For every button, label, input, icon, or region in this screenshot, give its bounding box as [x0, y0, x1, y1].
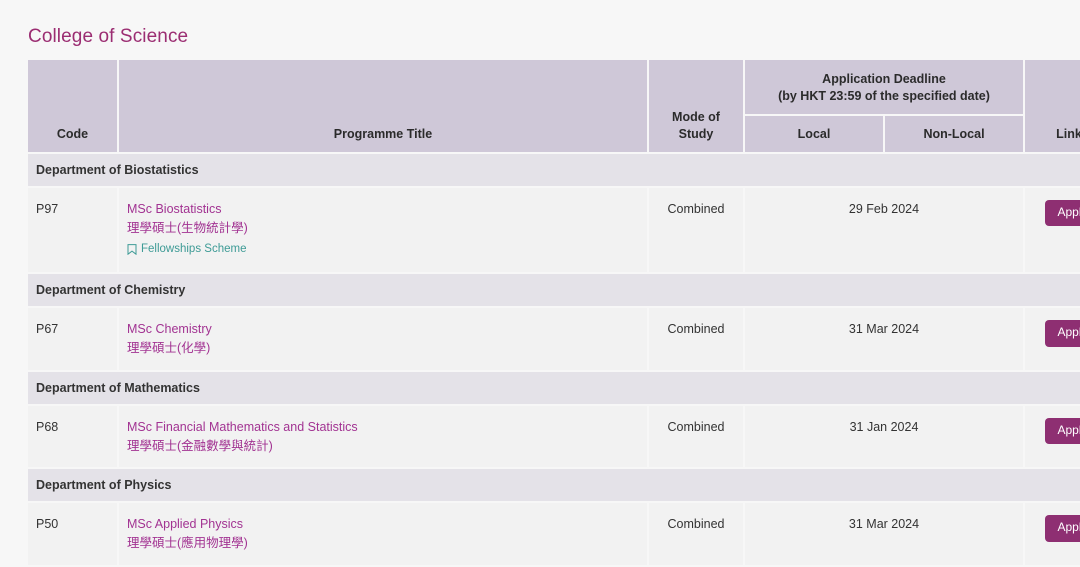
- programme-title-cell: MSc Applied Physics 理學碩士(應用物理學): [119, 503, 649, 567]
- mode-of-study-value: Combined: [649, 308, 745, 372]
- mode-of-study-line-1: Mode of: [672, 110, 720, 125]
- programme-link-zh[interactable]: 理學碩士(生物統計學): [127, 219, 639, 238]
- table-row: P97 MSc Biostatistics 理學碩士(生物統計學) Fellow…: [28, 188, 1080, 275]
- mode-of-study-value: Combined: [649, 503, 745, 567]
- apply-button[interactable]: Apply: [1045, 417, 1080, 445]
- table-row: P67 MSc Chemistry 理學碩士(化學) Combined 31 M…: [28, 308, 1080, 372]
- programme-link-zh[interactable]: 理學碩士(金融數學與統計): [127, 437, 639, 456]
- column-header-local: Local: [745, 116, 885, 154]
- programme-code: P50: [28, 503, 119, 567]
- programme-link-zh[interactable]: 理學碩士(應用物理學): [127, 534, 639, 553]
- apply-button[interactable]: Apply: [1045, 320, 1080, 347]
- department-header-row: Department of Physics: [28, 469, 1080, 504]
- programme-link-en[interactable]: MSc Applied Physics: [127, 515, 639, 534]
- programme-link-en[interactable]: MSc Biostatistics: [127, 200, 639, 219]
- department-name: Department of Physics: [28, 469, 1080, 504]
- department-header-row: Department of Mathematics: [28, 371, 1080, 406]
- table-header-row-1: Code Programme Title Mode of Study Appli…: [28, 60, 1080, 154]
- application-deadline-value: 29 Feb 2024: [745, 188, 1025, 275]
- application-deadline-value: 31 Mar 2024: [745, 308, 1025, 372]
- application-deadline-value: 31 Jan 2024: [745, 405, 1025, 470]
- column-header-programme-title: Programme Title: [119, 60, 649, 154]
- table-body: Department of Biostatistics P97 MSc Bios…: [28, 154, 1080, 567]
- programme-link-en[interactable]: MSc Chemistry: [127, 320, 639, 339]
- programme-title-cell: MSc Chemistry 理學碩士(化學): [119, 308, 649, 372]
- column-header-non-local: Non-Local: [885, 116, 1025, 154]
- department-name: Department of Mathematics: [28, 371, 1080, 406]
- department-name: Department of Biostatistics: [28, 154, 1080, 188]
- links-cell: Apply: [1025, 503, 1080, 567]
- apply-button[interactable]: Apply: [1045, 200, 1080, 227]
- department-name: Department of Chemistry: [28, 274, 1080, 309]
- deadline-title: Application Deadline: [822, 72, 946, 87]
- table-header: Code Programme Title Mode of Study Appli…: [28, 60, 1080, 154]
- programme-link-en[interactable]: MSc Financial Mathematics and Statistics: [127, 418, 639, 437]
- bookmark-icon: [127, 243, 137, 255]
- programme-code: P97: [28, 188, 119, 275]
- programme-table: Code Programme Title Mode of Study Appli…: [28, 60, 1080, 567]
- fellowships-scheme-label: Fellowships Scheme: [141, 242, 247, 255]
- links-cell: Apply: [1025, 405, 1080, 470]
- column-header-links: Links: [1025, 60, 1080, 154]
- programme-code: P68: [28, 405, 119, 470]
- links-cell: Apply: [1025, 308, 1080, 372]
- mode-of-study-value: Combined: [649, 405, 745, 470]
- links-cell: Apply: [1025, 188, 1080, 275]
- department-header-row: Department of Biostatistics: [28, 154, 1080, 188]
- column-header-code: Code: [28, 60, 119, 154]
- column-header-mode-of-study: Mode of Study: [649, 60, 745, 154]
- programme-code: P67: [28, 308, 119, 372]
- fellowships-scheme-link[interactable]: Fellowships Scheme: [127, 241, 246, 258]
- apply-button[interactable]: Apply: [1045, 515, 1080, 542]
- page-container: College of Science Code Programme Title …: [0, 0, 1080, 567]
- programme-title-cell: MSc Financial Mathematics and Statistics…: [119, 405, 649, 470]
- mode-of-study-value: Combined: [649, 188, 745, 275]
- mode-of-study-line-2: Study: [678, 127, 714, 142]
- department-header-row: Department of Chemistry: [28, 274, 1080, 309]
- page-title: College of Science: [28, 26, 189, 47]
- column-header-application-deadline: Application Deadline (by HKT 23:59 of th…: [745, 60, 1025, 117]
- application-deadline-value: 31 Mar 2024: [745, 503, 1025, 567]
- table-row: P68 MSc Financial Mathematics and Statis…: [28, 405, 1080, 470]
- programme-title-cell: MSc Biostatistics 理學碩士(生物統計學) Fellowship…: [119, 188, 649, 275]
- programme-link-zh[interactable]: 理學碩士(化學): [127, 339, 639, 358]
- programme-table-wrapper: Code Programme Title Mode of Study Appli…: [0, 60, 1080, 567]
- table-row: P50 MSc Applied Physics 理學碩士(應用物理學) Comb…: [28, 503, 1080, 567]
- deadline-subtitle: (by HKT 23:59 of the specified date): [778, 89, 990, 104]
